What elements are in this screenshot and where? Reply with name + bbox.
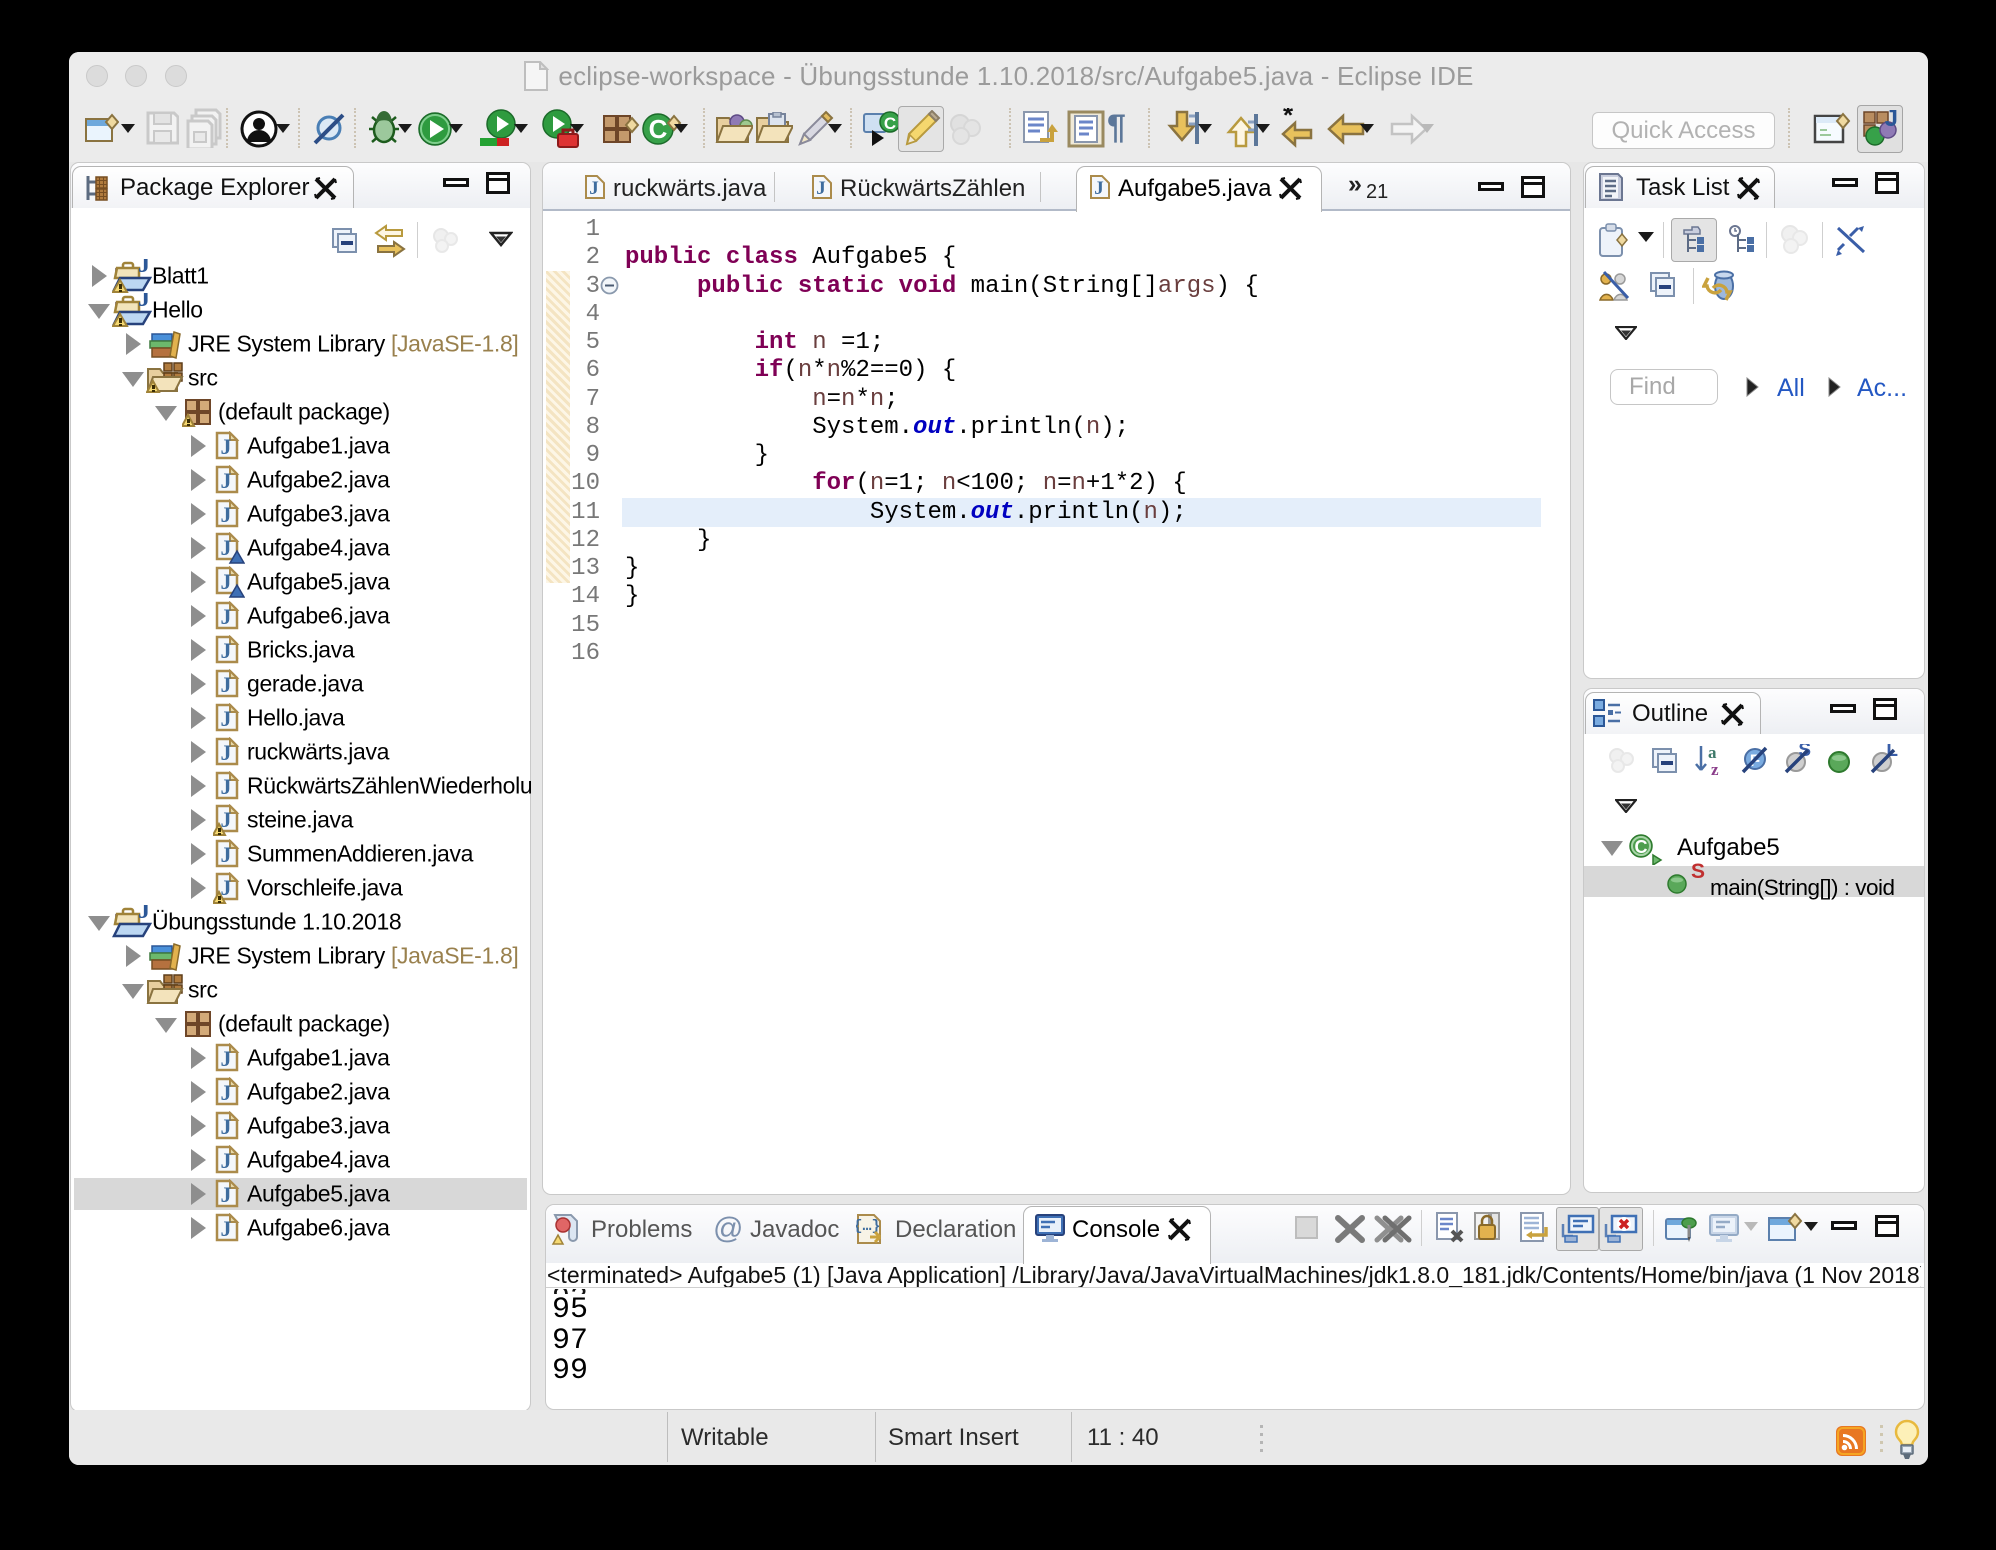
svg-text:J: J [221, 604, 232, 629]
svg-text:J: J [221, 1182, 232, 1207]
svg-text:J: J [221, 706, 232, 731]
svg-text:J: J [221, 638, 232, 663]
svg-text:C: C [884, 114, 896, 133]
svg-text:J: J [221, 1216, 232, 1241]
svg-text:J: J [1094, 178, 1104, 199]
svg-text:J: J [221, 1114, 232, 1139]
svg-text:J: J [816, 178, 826, 199]
svg-text:J: J [221, 740, 232, 765]
svg-text:J: J [221, 774, 232, 799]
svg-text:J: J [221, 502, 232, 527]
svg-text:J: J [221, 1080, 232, 1105]
svg-text:J: J [221, 672, 232, 697]
svg-text:J: J [221, 842, 232, 867]
svg-text:J: J [221, 468, 232, 493]
svg-text:C: C [649, 114, 668, 144]
svg-text:J: J [138, 259, 150, 278]
svg-text:J: J [1885, 110, 1898, 132]
svg-text:z: z [1711, 760, 1719, 778]
svg-text:J: J [221, 1148, 232, 1173]
svg-text:J: J [589, 178, 599, 199]
svg-text:J: J [221, 535, 232, 560]
svg-text:J: J [221, 1046, 232, 1071]
svg-text:J: J [221, 569, 232, 594]
svg-text:C: C [1635, 837, 1648, 857]
svg-text:J: J [138, 905, 150, 924]
svg-text:J: J [138, 293, 150, 312]
svg-text:J: J [221, 434, 232, 459]
